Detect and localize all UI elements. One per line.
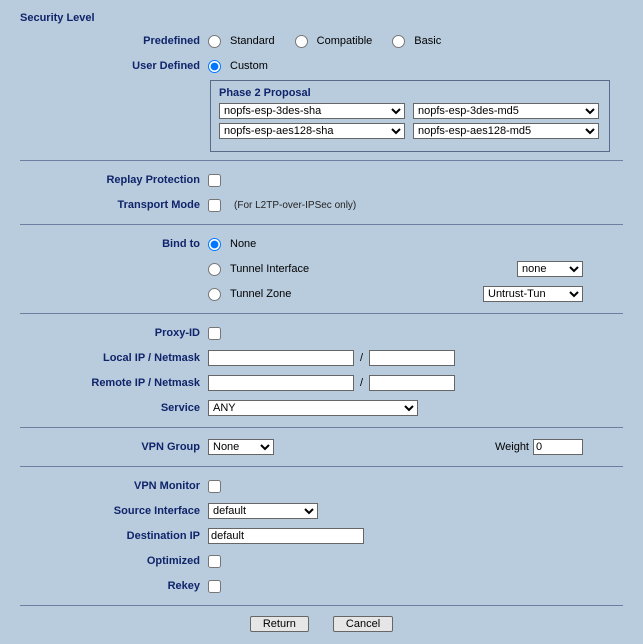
predefined-compatible-label: Compatible: [317, 35, 373, 47]
replay-label: Replay Protection: [20, 174, 208, 186]
predefined-compatible-radio[interactable]: [295, 35, 308, 48]
userdefined-custom-radio[interactable]: [208, 60, 221, 73]
userdefined-custom-label: Custom: [230, 60, 268, 72]
predefined-label: Predefined: [20, 35, 208, 47]
separator: [20, 466, 623, 467]
proxyid-checkbox[interactable]: [208, 327, 221, 340]
srcif-label: Source Interface: [20, 505, 208, 517]
predefined-standard-radio[interactable]: [208, 35, 221, 48]
source-interface-select[interactable]: default: [208, 503, 318, 519]
transport-hint: (For L2TP-over-IPSec only): [234, 200, 356, 211]
localip-input[interactable]: [208, 350, 354, 366]
vpngroup-select[interactable]: None: [208, 439, 274, 455]
bind-tunnelzone-radio[interactable]: [208, 288, 221, 301]
service-select[interactable]: ANY: [208, 400, 418, 416]
cancel-button[interactable]: Cancel: [333, 616, 393, 632]
return-button[interactable]: Return: [250, 616, 309, 632]
transport-label: Transport Mode: [20, 199, 208, 211]
tunnel-zone-select[interactable]: Untrust-Tun: [483, 286, 583, 302]
separator: [20, 313, 623, 314]
predefined-basic-label: Basic: [414, 35, 441, 47]
separator: [20, 160, 623, 161]
page-title: Security Level: [20, 12, 623, 24]
remotemask-input[interactable]: [369, 375, 455, 391]
bind-none-radio[interactable]: [208, 238, 221, 251]
predefined-basic-radio[interactable]: [392, 35, 405, 48]
optimized-label: Optimized: [20, 555, 208, 567]
remoteip-input[interactable]: [208, 375, 354, 391]
separator: [20, 427, 623, 428]
proposal-select-2[interactable]: nopfs-esp-3des-md5: [413, 103, 599, 119]
optimized-checkbox[interactable]: [208, 555, 221, 568]
separator: [20, 224, 623, 225]
predefined-standard-label: Standard: [230, 35, 275, 47]
proposal-select-4[interactable]: nopfs-esp-aes128-md5: [413, 123, 599, 139]
transport-checkbox[interactable]: [208, 199, 221, 212]
weight-input[interactable]: [533, 439, 583, 455]
weight-label: Weight: [495, 441, 529, 453]
bind-tunnelif-radio[interactable]: [208, 263, 221, 276]
proposal-select-1[interactable]: nopfs-esp-3des-sha: [219, 103, 405, 119]
bind-tunnelif-label: Tunnel Interface: [230, 263, 309, 275]
destip-label: Destination IP: [20, 530, 208, 542]
userdefined-label: User Defined: [20, 60, 208, 72]
replay-checkbox[interactable]: [208, 174, 221, 187]
bind-none-label: None: [230, 238, 256, 250]
vpngroup-label: VPN Group: [20, 441, 208, 453]
proposal-title: Phase 2 Proposal: [219, 87, 601, 99]
vpnmonitor-checkbox[interactable]: [208, 480, 221, 493]
service-label: Service: [20, 402, 208, 414]
bindto-label: Bind to: [20, 238, 208, 250]
destination-ip-input[interactable]: [208, 528, 364, 544]
bind-tunnelzone-label: Tunnel Zone: [230, 288, 291, 300]
proposal-select-3[interactable]: nopfs-esp-aes128-sha: [219, 123, 405, 139]
vpnmonitor-label: VPN Monitor: [20, 480, 208, 492]
proxyid-label: Proxy-ID: [20, 327, 208, 339]
localmask-input[interactable]: [369, 350, 455, 366]
remoteip-label: Remote IP / Netmask: [20, 377, 208, 389]
slash-label: /: [360, 352, 363, 364]
rekey-checkbox[interactable]: [208, 580, 221, 593]
separator: [20, 605, 623, 606]
slash-label: /: [360, 377, 363, 389]
localip-label: Local IP / Netmask: [20, 352, 208, 364]
rekey-label: Rekey: [20, 580, 208, 592]
tunnel-interface-select[interactable]: none: [517, 261, 583, 277]
